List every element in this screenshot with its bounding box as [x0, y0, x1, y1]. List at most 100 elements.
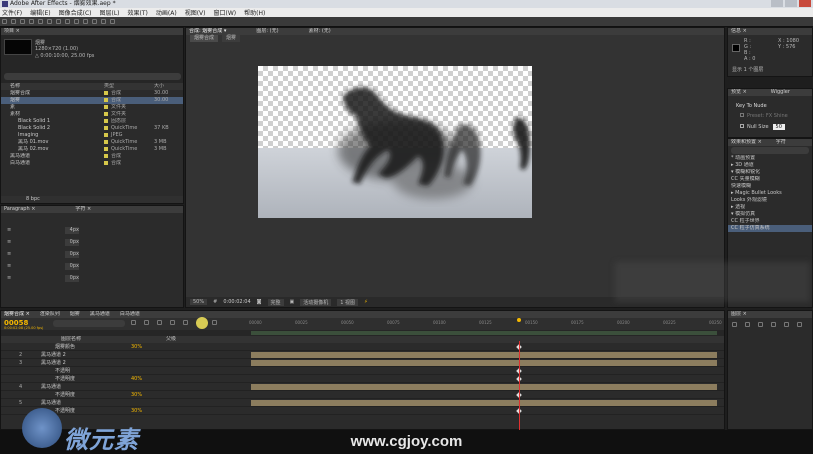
camera-tool-icon[interactable]	[38, 19, 43, 24]
tab-timeline[interactable]: 烟雾	[70, 311, 80, 318]
zoom-tool-icon[interactable]	[20, 19, 25, 24]
selection-tool-icon[interactable]	[2, 19, 7, 24]
effects-search-input[interactable]	[731, 147, 809, 154]
timeline-layer-row[interactable]: 烟雾颜色 30%	[1, 343, 724, 351]
project-tab[interactable]: 项目 ×	[1, 28, 183, 35]
region-icon[interactable]: ▣	[290, 299, 295, 305]
label-color-swatch[interactable]	[104, 97, 108, 102]
paragraph-value[interactable]: 0px	[65, 275, 79, 282]
zoom-select[interactable]: 50%	[190, 299, 208, 305]
stamp-tool-icon[interactable]	[92, 19, 97, 24]
tab-timeline-comp[interactable]: 烟雾合成 ×	[4, 311, 30, 318]
time-ruler[interactable]: 00000 00025 00050 00075 00100 00125 00150 00175…	[249, 320, 722, 329]
project-item[interactable]: 白马通道 合成	[1, 160, 183, 167]
effects-item[interactable]: ▸ 透视	[728, 204, 812, 211]
layer-duration-bar[interactable]	[251, 400, 717, 406]
project-item[interactable]: 烟雾合成 合成 30.00	[1, 90, 183, 97]
project-item[interactable]: 黑马 01.mov QuickTime 3 MB	[1, 139, 183, 146]
shy-layers-icon[interactable]	[157, 320, 162, 325]
camera-select[interactable]: 活动摄像机	[300, 298, 332, 306]
col-size[interactable]: 大小	[154, 83, 164, 90]
label-color-swatch[interactable]	[104, 153, 108, 158]
paragraph-value[interactable]: 0px	[65, 239, 79, 246]
project-item[interactable]: Black Solid 1 固态层	[1, 118, 183, 125]
label-color-swatch[interactable]	[104, 139, 108, 144]
playhead-handle[interactable]	[517, 318, 521, 322]
eraser-tool-icon[interactable]	[101, 19, 106, 24]
effects-item[interactable]: ▾ 模糊和锐化	[728, 169, 812, 176]
menu-item[interactable]: 窗口(W)	[213, 8, 236, 17]
fx-preset-item[interactable]: Preset: FX Shine	[740, 113, 788, 119]
mask-tool-icon[interactable]	[56, 19, 61, 24]
timeline-layer-row[interactable]: 不透明度 40%	[1, 375, 724, 383]
brush-tool-icon[interactable]	[83, 19, 88, 24]
timeline-layer-row[interactable]: 4 黑马通道	[1, 383, 724, 391]
col-layer-name[interactable]: 图层名称	[61, 336, 81, 342]
layer-duration-bar[interactable]	[251, 352, 717, 358]
align-top-icon[interactable]	[771, 322, 776, 327]
project-item[interactable]: Imaging JPEG	[1, 132, 183, 139]
tab-composition[interactable]: 合成: 烟雾合成 ▾	[189, 28, 226, 35]
project-item[interactable]: 烟雾 合成 30.00	[1, 97, 183, 104]
minimize-button[interactable]	[771, 0, 783, 7]
info-tab[interactable]: 信息 ×	[728, 28, 812, 35]
grid-icon[interactable]: #	[213, 299, 217, 305]
menu-item[interactable]: 图层(L)	[100, 8, 120, 17]
label-color-swatch[interactable]	[104, 90, 108, 95]
graph-editor-icon[interactable]	[212, 320, 217, 325]
tab-footage[interactable]: 素材: (无)	[309, 28, 331, 35]
fast-preview-icon[interactable]: ⚡	[364, 299, 368, 305]
timeline-layer-row[interactable]: 不透明	[1, 367, 724, 375]
snapshot-icon[interactable]: ◙	[257, 299, 262, 305]
align-tab[interactable]: 图层 ×	[728, 311, 812, 318]
layer-value[interactable]: 40%	[131, 375, 142, 382]
effects-item[interactable]: ▾ 模拟仿真	[728, 211, 812, 218]
effects-item[interactable]: ▸ Magic Bullet Looks	[728, 190, 812, 197]
project-item[interactable]: 素 文件夹	[1, 104, 183, 111]
menu-item[interactable]: 编辑(E)	[30, 8, 50, 17]
comp-mini-flowchart-icon[interactable]	[131, 320, 136, 325]
bpc-label[interactable]: 8 bpc	[26, 196, 40, 202]
tab-timeline[interactable]: 渲染队列	[40, 311, 60, 318]
label-color-swatch[interactable]	[104, 125, 108, 130]
col-parent[interactable]: 父级	[166, 336, 176, 343]
menu-item[interactable]: 文件(F)	[2, 8, 22, 17]
align-middle-icon[interactable]	[784, 322, 789, 327]
timeline-layer-row[interactable]: 不透明度 30%	[1, 407, 724, 415]
layer-duration-bar[interactable]	[251, 360, 717, 366]
motion-blur-icon[interactable]	[183, 320, 188, 325]
composition-canvas[interactable]	[258, 66, 532, 218]
label-color-swatch[interactable]	[104, 104, 108, 109]
menu-item[interactable]: 效果(T)	[128, 8, 148, 17]
layer-duration-bar[interactable]	[251, 384, 717, 390]
project-item[interactable]: 黑马通道 合成	[1, 153, 183, 160]
timeline-layer-row[interactable]: 3 黑马通道 2	[1, 359, 724, 367]
label-color-swatch[interactable]	[104, 160, 108, 165]
effects-item[interactable]: CC 粒子仿真系统	[728, 225, 812, 232]
rotate-tool-icon[interactable]	[29, 19, 34, 24]
work-area-range[interactable]	[251, 331, 717, 335]
pan-behind-tool-icon[interactable]	[47, 19, 52, 24]
paragraph-tab[interactable]: Paragraph × 字符 ×	[1, 206, 183, 213]
project-item[interactable]: Black Solid 2 QuickTime 37 KB	[1, 125, 183, 132]
layer-value[interactable]: 30%	[131, 343, 142, 350]
pen-tool-icon[interactable]	[65, 19, 70, 24]
timeline-layer-row[interactable]: 2 黑马通道 2	[1, 351, 724, 359]
label-color-swatch[interactable]	[104, 132, 108, 137]
site-url[interactable]: www.cgjoy.com	[0, 433, 813, 450]
effects-item[interactable]: 快速模糊	[728, 183, 812, 190]
maximize-button[interactable]	[785, 0, 797, 7]
label-color-swatch[interactable]	[104, 111, 108, 116]
frame-blending-icon[interactable]	[170, 320, 175, 325]
tab-timeline[interactable]: 黑马通道	[90, 311, 110, 318]
timeline-search-input[interactable]	[53, 320, 125, 327]
timeline-layer-row[interactable]: 不透明度 30%	[1, 391, 724, 399]
breadcrumb-item[interactable]: 烟雾	[222, 35, 241, 42]
view-layout-select[interactable]: 1 视图	[337, 298, 359, 306]
effects-item[interactable]: CC 粒子世界	[728, 218, 812, 225]
menu-item[interactable]: 帮助(H)	[244, 8, 265, 17]
layer-value[interactable]: 30%	[131, 391, 142, 398]
null-size-item[interactable]: Null Size 50	[740, 124, 785, 130]
effects-item[interactable]: ▸ 3D 通道	[728, 162, 812, 169]
breadcrumb-item[interactable]: 烟雾合成	[190, 35, 219, 42]
